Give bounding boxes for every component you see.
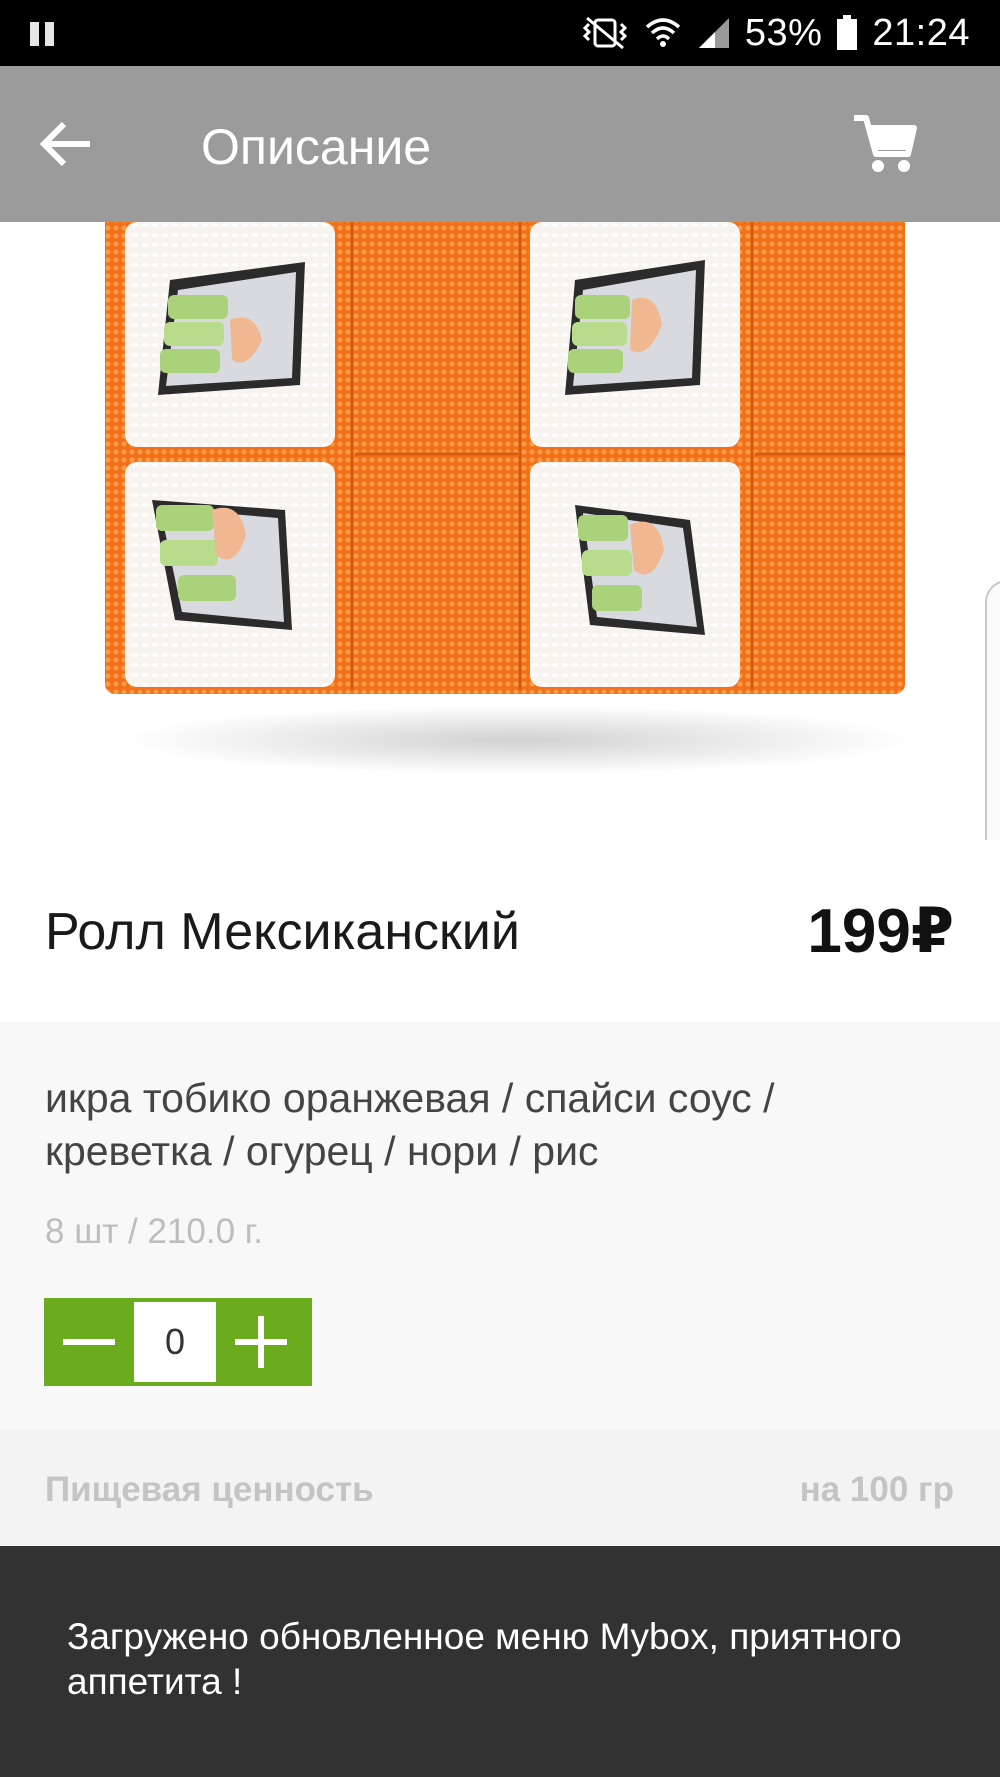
wifi-icon <box>645 18 680 47</box>
nutrition-label: Пищевая ценность <box>45 1470 374 1509</box>
quantity-value: 0 <box>134 1302 216 1382</box>
quantity-stepper: 0 <box>44 1298 312 1386</box>
decrement-button[interactable] <box>44 1298 134 1386</box>
cart-button[interactable] <box>850 110 920 180</box>
product-name: Ролл Мексиканский <box>45 903 520 961</box>
battery-percent: 53% <box>744 11 823 54</box>
signal-icon <box>698 18 729 48</box>
product-image <box>0 200 1000 840</box>
snackbar: Загружено обновленное меню Mybox, приятн… <box>0 1546 1000 1777</box>
battery-icon <box>837 15 858 50</box>
minus-icon <box>63 1339 115 1345</box>
product-header: Ролл Мексиканский 199₽ <box>0 860 1000 1020</box>
cart-icon <box>854 115 917 172</box>
nutrition-per: на 100 гр <box>799 1470 954 1509</box>
nutrition-header[interactable]: Пищевая ценность на 100 гр <box>0 1430 1000 1546</box>
arrow-back-icon <box>39 121 90 167</box>
clock: 21:24 <box>872 11 970 54</box>
snackbar-message: Загружено обновленное меню Mybox, приятн… <box>67 1616 902 1702</box>
increment-button[interactable] <box>216 1298 306 1386</box>
app-bar: Описание <box>0 66 1000 222</box>
product-description: икра тобико оранжевая / спайси соус / кр… <box>0 1022 1000 1430</box>
vibrate-icon <box>582 16 627 50</box>
pause-icon <box>30 22 58 46</box>
side-edge-handle[interactable] <box>985 580 1000 840</box>
status-bar: 53% 21:24 <box>0 0 1000 66</box>
portion-info: 8 шт / 210.0 г. <box>45 1212 263 1251</box>
product-price: 199₽ <box>807 897 954 966</box>
page-title: Описание <box>201 119 432 175</box>
back-button[interactable] <box>36 112 100 176</box>
sushi-roll-illustration <box>105 214 905 694</box>
status-bar-right: 53% 21:24 <box>581 0 970 66</box>
ingredients-text: икра тобико оранжевая / спайси соус / кр… <box>45 1075 775 1174</box>
